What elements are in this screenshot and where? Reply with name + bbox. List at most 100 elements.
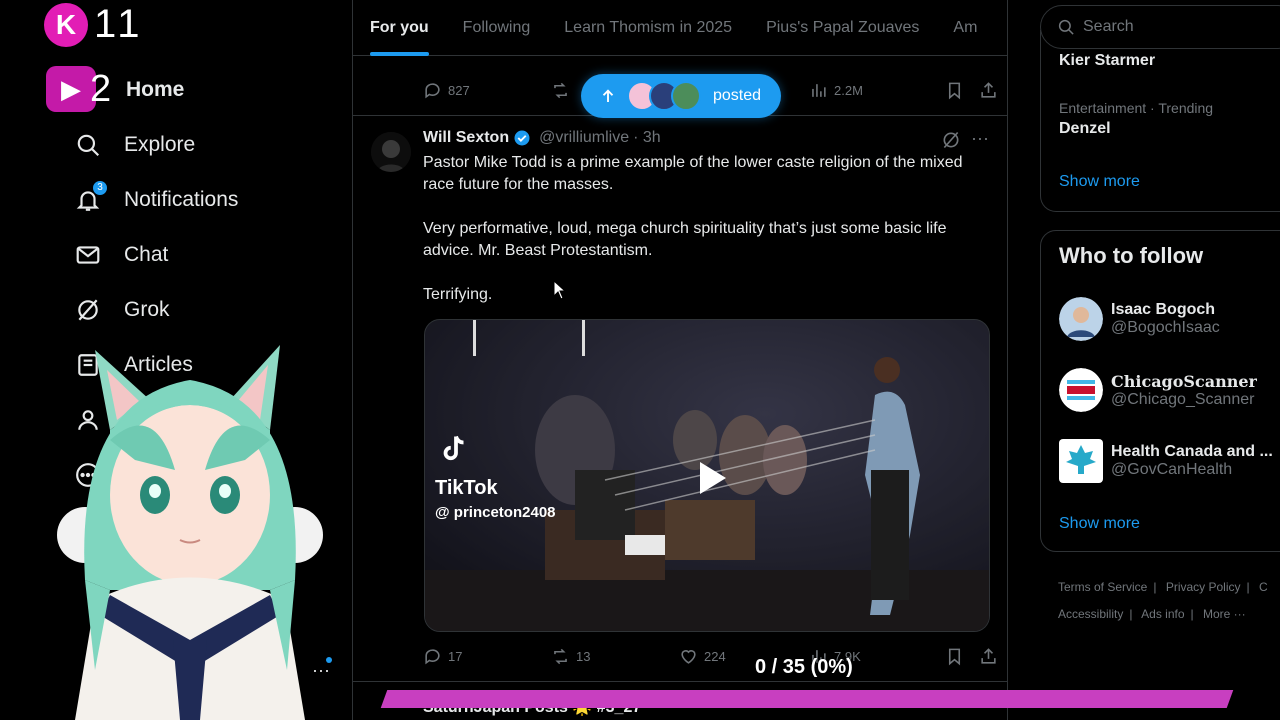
follow-suggestion[interactable]: ChicagoScanner @Chicago_Scanner [1059, 366, 1280, 414]
tiktok-logo-icon [443, 435, 464, 461]
tweet-text: Pastor Mike Todd is a prime example of t… [423, 152, 993, 328]
repost-button[interactable]: 13 [551, 647, 590, 666]
tweet-video[interactable]: TikTok @ princeton2408 [424, 319, 990, 632]
share-button[interactable] [979, 647, 998, 666]
tab-learn-thomism[interactable]: Learn Thomism in 2025 [547, 0, 749, 56]
nav-item-explore-label: Explore [124, 132, 196, 156]
footer-link-more[interactable]: More ··· [1203, 607, 1246, 621]
who-to-follow-panel: Who to follow Isaac Bogoch @BogochIsaac … [1040, 230, 1280, 552]
bookmark-button[interactable] [945, 647, 964, 666]
stream-counter-1: K 11 [44, 2, 144, 47]
footer-link-cookie[interactable]: C [1259, 580, 1268, 594]
verified-badge-icon [514, 130, 530, 146]
tweet-divider [353, 681, 1007, 682]
share-button[interactable] [979, 81, 998, 100]
bookmark-icon [948, 82, 961, 99]
tab-following[interactable]: Following [446, 0, 548, 56]
tab-papal-zouaves[interactable]: Pius's Papal Zouaves [749, 0, 936, 56]
like-count: 224 [704, 648, 726, 664]
tweet-paragraph: Pastor Mike Todd is a prime example of t… [423, 154, 963, 193]
avatar[interactable] [371, 132, 411, 172]
share-icon [981, 647, 996, 664]
author-handle[interactable]: @vrilliumlive [539, 129, 629, 147]
nav-item-notifications[interactable]: 3 Notifications [74, 172, 238, 227]
view-count: 2.2M [834, 82, 863, 98]
follow-name: ChicagoScanner [1111, 371, 1257, 391]
footer-link-terms[interactable]: Terms of Service [1058, 580, 1147, 594]
views-button[interactable]: 2.2M [809, 81, 863, 100]
left-sidebar: K 11 Home Explore 3 Notifications Chat G… [0, 0, 352, 720]
envelope-icon [74, 241, 102, 269]
repost-icon [554, 82, 567, 98]
repost-icon [554, 648, 567, 664]
author-name[interactable]: Will Sexton [423, 129, 509, 147]
nav-item-home-label: Home [126, 77, 185, 101]
grok-icon[interactable] [941, 130, 961, 150]
nav-item-grok[interactable]: Grok [74, 282, 238, 337]
trend-item-title[interactable]: Kier Starmer [1059, 52, 1155, 70]
tweet-time[interactable]: · 3h [633, 129, 661, 147]
counter-1-value: 11 [94, 2, 144, 46]
search-input[interactable]: Search [1040, 5, 1280, 49]
new-posts-pill[interactable]: posted [581, 74, 781, 118]
right-sidebar: Kier Starmer Entertainment · Trending De… [1040, 0, 1280, 720]
reply-button[interactable]: 827 [423, 81, 470, 100]
nav-item-chat-label: Chat [124, 242, 169, 266]
follow-name: Health Canada and ... [1111, 443, 1273, 460]
nav-item-chat[interactable]: Chat [74, 227, 238, 282]
who-to-follow-heading: Who to follow [1059, 243, 1204, 268]
play-icon[interactable] [690, 458, 730, 498]
footer-link-ads[interactable]: Ads info [1141, 607, 1184, 621]
footer-separator: | [1190, 607, 1194, 621]
more-options-icon[interactable]: ··· [971, 128, 989, 149]
arrow-up-icon [602, 89, 614, 102]
tiktok-watermark: TikTok @ princeton2408 [435, 432, 556, 521]
nav-item-explore[interactable]: Explore [74, 117, 238, 172]
avatar [1059, 439, 1103, 483]
grok-icon [74, 296, 102, 324]
footer-separator: | [1153, 580, 1157, 594]
follow-suggestion[interactable]: Isaac Bogoch @BogochIsaac [1059, 295, 1280, 343]
footer-link-accessibility[interactable]: Accessibility [1058, 607, 1123, 621]
like-button[interactable]: 224 [679, 647, 726, 666]
progress-text: 0 / 35 (0%) [755, 656, 853, 678]
reply-count: 827 [448, 82, 470, 98]
nav-item-grok-label: Grok [124, 297, 170, 321]
follow-handle: @GovCanHealth [1111, 461, 1233, 478]
bell-icon: 3 [74, 179, 108, 214]
trend-item-title[interactable]: Denzel [1059, 120, 1111, 138]
follow-suggestion[interactable]: Health Canada and ... @GovCanHealth [1059, 437, 1280, 485]
reply-icon [425, 648, 440, 664]
play-logo-icon: ▶ [46, 66, 96, 112]
footer-link-privacy[interactable]: Privacy Policy [1166, 580, 1241, 594]
nav-item-notifications-label: Notifications [124, 187, 239, 211]
footer-links: Terms of Service | Privacy Policy | C Acce… [1058, 574, 1280, 628]
repost-button[interactable] [551, 81, 570, 100]
follow-show-more-link[interactable]: Show more [1059, 515, 1140, 533]
bookmark-button[interactable] [945, 81, 964, 100]
stream-counter-2: ▶ 2 [46, 66, 111, 112]
follow-handle: @BogochIsaac [1111, 319, 1220, 336]
repost-count: 13 [576, 648, 591, 664]
footer-separator: | [1129, 607, 1133, 621]
footer-separator: | [1246, 580, 1250, 594]
kick-logo-icon: K [44, 2, 88, 47]
tweet-paragraph: Very performative, loud, mega church spi… [423, 220, 947, 259]
counter-2-value: 2 [90, 67, 112, 110]
tab-for-you[interactable]: For you [353, 0, 446, 56]
timeline-tabs: For you Following Learn Thomism in 2025 … [353, 0, 1007, 56]
reply-count: 17 [448, 648, 463, 664]
search-icon [74, 131, 102, 159]
search-placeholder: Search [1083, 18, 1134, 35]
avatar [1059, 368, 1103, 412]
heart-icon [681, 649, 696, 664]
tab-am[interactable]: Am [936, 0, 994, 56]
trends-show-more-link[interactable]: Show more [1059, 173, 1140, 191]
tiktok-username: @ princeton2408 [435, 504, 556, 521]
follow-name: Isaac Bogoch [1111, 301, 1216, 318]
tweet-header: Will Sexton @vrilliumlive · 3h [423, 129, 661, 147]
reply-icon [425, 82, 440, 98]
more-dots-icon[interactable]: ··· [312, 660, 330, 681]
reply-button[interactable]: 17 [423, 647, 462, 666]
progress-bar [380, 690, 1234, 708]
